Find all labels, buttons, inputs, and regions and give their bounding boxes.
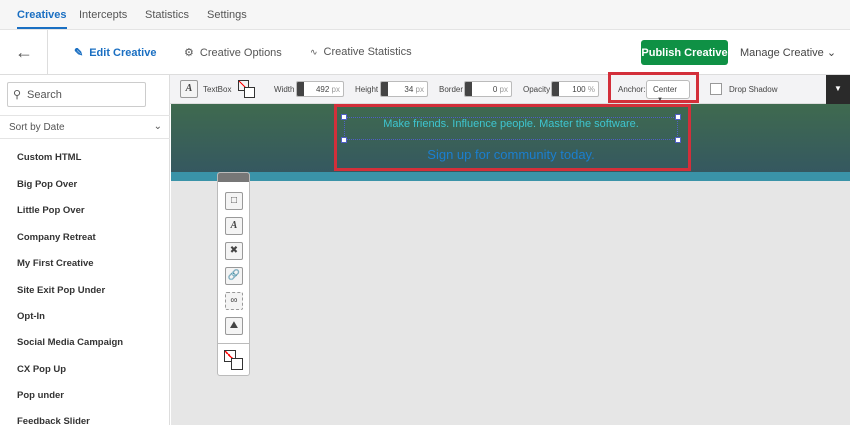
drop-shadow-label: Drop Shadow bbox=[729, 85, 778, 94]
manage-creative-label: Manage Creative bbox=[740, 47, 824, 59]
search-placeholder: Search bbox=[27, 89, 62, 101]
stepper-icon[interactable] bbox=[381, 82, 388, 96]
manage-creative-dropdown[interactable]: Manage Creative ⌄ bbox=[740, 46, 836, 59]
edit-creative-button[interactable]: ✎ Edit Creative bbox=[74, 46, 157, 60]
creative-options-button[interactable]: ⚙ Creative Options bbox=[184, 46, 282, 60]
edit-creative-label: Edit Creative bbox=[89, 46, 157, 59]
unit: px bbox=[499, 85, 508, 94]
element-toolbar: A TextBox Width 492 px Height 34 px Bord… bbox=[170, 72, 850, 104]
chevron-down-icon: ⌄ bbox=[826, 47, 837, 59]
color-swap-icon[interactable] bbox=[224, 350, 244, 370]
rectangle-icon[interactable]: □ bbox=[225, 192, 243, 210]
creative-toolbar: ← ✎ Edit Creative ⚙ Creative Options ∿ Crea… bbox=[0, 30, 850, 75]
list-item[interactable]: Custom HTML bbox=[17, 152, 81, 163]
unit: px bbox=[415, 85, 424, 94]
list-item[interactable]: Site Exit Pop Under bbox=[17, 285, 105, 296]
tab-settings[interactable]: Settings bbox=[207, 9, 247, 21]
height-label: Height bbox=[355, 85, 379, 94]
border-value: 0 bbox=[492, 85, 498, 94]
banner-strip bbox=[171, 172, 850, 181]
stepper-icon[interactable] bbox=[297, 82, 304, 96]
tab-creatives[interactable]: Creatives bbox=[17, 9, 67, 29]
width-value: 492 bbox=[315, 85, 330, 94]
creative-statistics-label: Creative Statistics bbox=[323, 46, 412, 58]
resize-handle[interactable] bbox=[675, 137, 681, 143]
anchor-select[interactable]: Center ▼ bbox=[646, 80, 690, 103]
border-label: Border bbox=[439, 85, 464, 94]
list-item[interactable]: Little Pop Over bbox=[17, 205, 85, 216]
search-icon: ⚲ bbox=[13, 89, 22, 101]
element-type-label: TextBox bbox=[203, 85, 232, 94]
link-icon[interactable]: 🔗 bbox=[225, 267, 243, 285]
opacity-value: 100 bbox=[572, 85, 586, 94]
stepper-icon[interactable] bbox=[465, 82, 472, 96]
divider bbox=[218, 343, 249, 344]
anchor-label: Anchor: bbox=[618, 85, 646, 94]
drop-shadow-checkbox[interactable] bbox=[710, 83, 722, 95]
palette-drag-handle[interactable] bbox=[218, 173, 249, 182]
unit: % bbox=[587, 85, 595, 94]
cta-text[interactable]: Sign up for community today. bbox=[344, 147, 678, 162]
text-icon[interactable]: A bbox=[225, 217, 243, 235]
caret-down-icon: ▼ bbox=[657, 97, 663, 103]
divider bbox=[47, 30, 48, 75]
resize-handle[interactable] bbox=[341, 137, 347, 143]
chart-line-icon: ∿ bbox=[310, 46, 318, 57]
stepper-icon[interactable] bbox=[552, 82, 559, 96]
sort-dropdown[interactable]: Sort by Date ⌄ bbox=[0, 115, 170, 139]
list-item[interactable]: Opt-In bbox=[17, 311, 45, 322]
element-palette: □ A ✖ 🔗 ∞ ⛰ bbox=[217, 172, 250, 376]
opacity-input[interactable]: 100 % bbox=[551, 81, 599, 97]
textbox-icon: A bbox=[180, 80, 198, 98]
border-input[interactable]: 0 px bbox=[464, 81, 512, 97]
design-canvas[interactable]: Make friends. Influence people. Master t… bbox=[171, 104, 850, 425]
list-item[interactable]: CX Pop Up bbox=[17, 364, 66, 375]
caret-down-icon: ▼ bbox=[834, 84, 842, 93]
width-input[interactable]: 492 px bbox=[296, 81, 344, 97]
list-item[interactable]: Company Retreat bbox=[17, 232, 96, 243]
unit: px bbox=[331, 85, 340, 94]
color-swap-icon[interactable] bbox=[238, 80, 256, 98]
close-button-icon[interactable]: ✖ bbox=[225, 242, 243, 260]
height-input[interactable]: 34 px bbox=[380, 81, 428, 97]
height-value: 34 bbox=[404, 85, 414, 94]
creative-options-label: Creative Options bbox=[199, 46, 282, 59]
image-icon[interactable]: ⛰ bbox=[225, 317, 243, 335]
back-arrow-icon[interactable]: ← bbox=[15, 42, 33, 63]
publish-creative-button[interactable]: Publish Creative bbox=[641, 40, 728, 65]
sidebar: ⚲ Search Sort by Date ⌄ Custom HTML Big Po… bbox=[0, 75, 170, 427]
anchor-value: Center bbox=[653, 85, 678, 94]
list-item[interactable]: Pop under bbox=[17, 390, 64, 401]
list-item[interactable]: Social Media Campaign bbox=[17, 337, 123, 348]
opacity-label: Opacity bbox=[523, 85, 551, 94]
headline-text[interactable]: Make friends. Influence people. Master t… bbox=[344, 118, 678, 130]
chevron-down-icon: ⌄ bbox=[153, 121, 162, 132]
search-input[interactable]: ⚲ Search bbox=[7, 82, 146, 107]
pencil-icon: ✎ bbox=[74, 47, 84, 59]
creative-statistics-button[interactable]: ∿ Creative Statistics bbox=[310, 46, 412, 58]
more-options-button[interactable]: ▼ bbox=[826, 75, 850, 104]
list-item[interactable]: Big Pop Over bbox=[17, 179, 77, 190]
width-label: Width bbox=[274, 85, 295, 94]
link-area-icon[interactable]: ∞ bbox=[225, 292, 243, 310]
sort-label: Sort by Date bbox=[9, 122, 65, 133]
tab-statistics[interactable]: Statistics bbox=[145, 9, 189, 21]
list-item[interactable]: Feedback Slider bbox=[17, 416, 90, 427]
top-tabs: Creatives Intercepts Statistics Settings bbox=[0, 0, 850, 30]
tab-intercepts[interactable]: Intercepts bbox=[79, 9, 127, 21]
list-item[interactable]: My First Creative bbox=[17, 258, 94, 269]
gear-icon: ⚙ bbox=[184, 47, 194, 59]
